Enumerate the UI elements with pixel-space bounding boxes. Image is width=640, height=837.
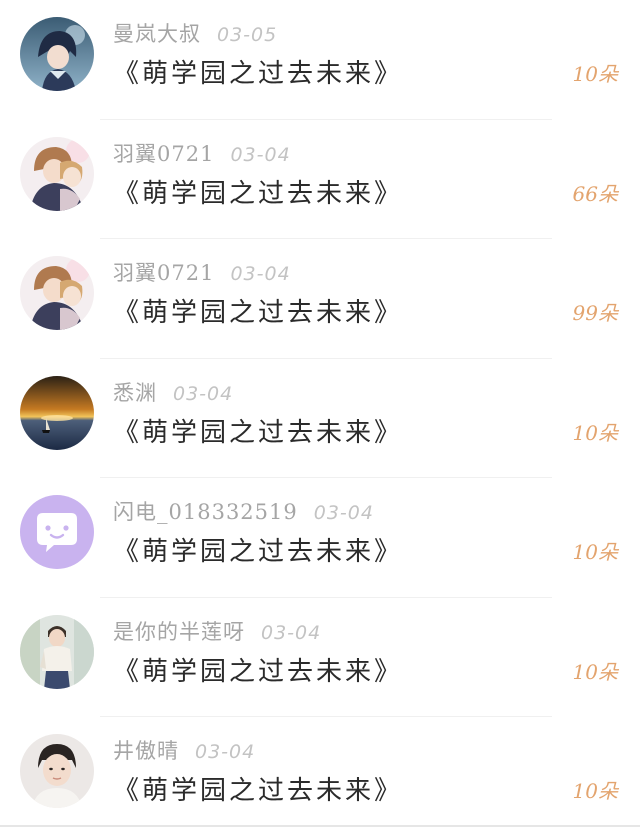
- avatar[interactable]: [20, 136, 94, 211]
- book-title[interactable]: 《萌学园之过去未来》: [113, 56, 403, 92]
- username[interactable]: 是你的半莲呀: [113, 620, 245, 644]
- avatar[interactable]: [20, 734, 94, 808]
- gift-record-list: 曼岚大叔 03-05 《萌学园之过去未来》 10朵 羽翼0721 03-04 《萌学…: [0, 0, 640, 837]
- avatar[interactable]: [20, 17, 94, 91]
- flower-count: 10朵: [572, 62, 618, 86]
- date: 03-04: [195, 741, 256, 763]
- date: 03-04: [261, 621, 322, 644]
- list-item[interactable]: 悉渊 03-04 《萌学园之过去未来》 10朵: [0, 359, 640, 478]
- entry-meta: 悉渊 03-04: [113, 379, 233, 407]
- book-title[interactable]: 《萌学园之过去未来》: [113, 295, 403, 331]
- list-item[interactable]: 是你的半莲呀 03-04 《萌学园之过去未来》 10朵: [0, 598, 640, 717]
- username[interactable]: 悉渊: [113, 381, 157, 405]
- list-item[interactable]: 闪电_018332519 03-04 《萌学园之过去未来》 10朵: [0, 478, 640, 598]
- entry-meta: 闪电_018332519 03-04: [113, 498, 374, 526]
- date: 03-05: [217, 24, 278, 46]
- chat-bubble-avatar-icon: [20, 495, 94, 569]
- entry-meta: 井傲晴 03-04: [113, 737, 255, 765]
- entry-meta: 羽翼0721 03-04: [113, 140, 291, 168]
- list-item[interactable]: 井傲晴 03-04 《萌学园之过去未来》 10朵: [0, 717, 640, 837]
- anime-boy-avatar-icon: [20, 17, 94, 91]
- entry-meta: 是你的半莲呀 03-04: [113, 618, 321, 646]
- book-title[interactable]: 《萌学园之过去未来》: [113, 654, 403, 690]
- date: 03-04: [230, 263, 291, 285]
- sunset-boat-avatar-icon: [20, 375, 94, 450]
- anime-couple-avatar-icon: [20, 136, 94, 211]
- book-title[interactable]: 《萌学园之过去未来》: [113, 415, 403, 451]
- book-title[interactable]: 《萌学园之过去未来》: [113, 534, 403, 570]
- list-item[interactable]: 曼岚大叔 03-05 《萌学园之过去未来》 10朵: [0, 0, 640, 120]
- anime-couple-avatar-icon: [20, 256, 94, 330]
- username[interactable]: 羽翼0721: [113, 142, 214, 166]
- username[interactable]: 羽翼0721: [113, 261, 214, 285]
- avatar[interactable]: [20, 495, 94, 569]
- avatar[interactable]: [20, 375, 94, 450]
- flower-count: 99朵: [572, 301, 618, 325]
- flower-count: 10朵: [572, 659, 618, 684]
- avatar[interactable]: [20, 256, 94, 330]
- list-item[interactable]: 羽翼0721 03-04 《萌学园之过去未来》 99朵: [0, 239, 640, 359]
- flower-count: 10朵: [572, 420, 618, 445]
- avatar[interactable]: [20, 614, 94, 689]
- entry-meta: 曼岚大叔 03-05: [113, 20, 277, 48]
- entry-meta: 羽翼0721 03-04: [113, 259, 291, 287]
- book-title[interactable]: 《萌学园之过去未来》: [113, 176, 403, 212]
- date: 03-04: [230, 143, 291, 166]
- flower-count: 10朵: [572, 779, 618, 803]
- boy-photo-avatar-icon: [20, 614, 94, 689]
- flower-count: 66朵: [572, 181, 618, 206]
- date: 03-04: [173, 382, 234, 405]
- flower-count: 10朵: [572, 540, 618, 564]
- book-title[interactable]: 《萌学园之过去未来》: [113, 773, 403, 809]
- list-item[interactable]: 羽翼0721 03-04 《萌学园之过去未来》 66朵: [0, 120, 640, 239]
- boy-portrait-avatar-icon: [20, 734, 94, 808]
- username[interactable]: 闪电_018332519: [113, 500, 298, 524]
- date: 03-04: [313, 502, 374, 524]
- username[interactable]: 井傲晴: [113, 739, 179, 763]
- username[interactable]: 曼岚大叔: [113, 22, 201, 46]
